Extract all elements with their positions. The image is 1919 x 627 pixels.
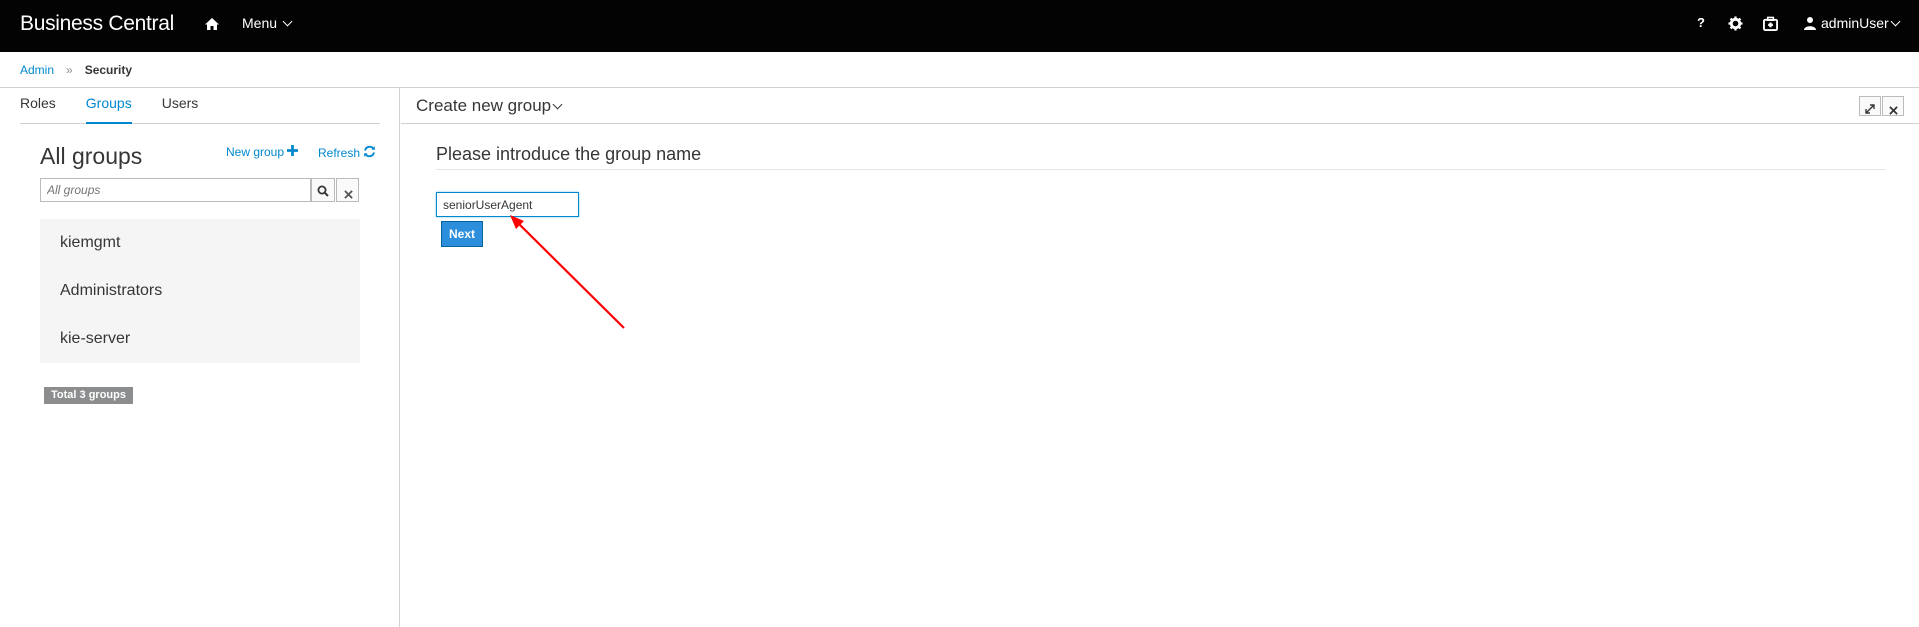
briefcase-icon[interactable] [1763, 16, 1778, 31]
maximize-button[interactable] [1859, 96, 1881, 116]
refresh-button[interactable]: Refresh [318, 145, 376, 161]
list-item[interactable]: kie-server [40, 315, 360, 363]
chevron-down-icon [1890, 16, 1901, 26]
user-name: adminUser [1821, 15, 1889, 31]
refresh-label: Refresh [318, 146, 361, 160]
group-list: kiemgmt Administrators kie-server [40, 219, 360, 363]
clear-search-button[interactable] [336, 178, 359, 202]
new-group-label: New group [226, 145, 285, 159]
new-group-button[interactable]: New group [226, 145, 299, 159]
user-icon [1803, 16, 1817, 30]
tab-roles[interactable]: Roles [20, 88, 56, 124]
menu-label: Menu [242, 15, 278, 31]
close-icon [1889, 102, 1898, 120]
tab-users[interactable]: Users [162, 88, 199, 124]
search-button[interactable] [311, 178, 335, 202]
total-groups-badge: Total 3 groups [44, 387, 133, 404]
home-icon[interactable] [203, 15, 221, 33]
settings-icon[interactable] [1728, 16, 1743, 31]
close-icon [344, 186, 353, 204]
refresh-icon [363, 145, 376, 161]
chevron-down-icon [552, 99, 563, 109]
menu-dropdown[interactable]: Menu [242, 15, 293, 31]
divider [436, 169, 1886, 170]
breadcrumb-separator: » [66, 62, 73, 77]
search-icon [317, 184, 329, 202]
user-menu[interactable]: adminUser [1803, 15, 1901, 31]
breadcrumb-admin[interactable]: Admin [20, 63, 54, 77]
tab-groups[interactable]: Groups [85, 88, 132, 124]
list-item[interactable]: kiemgmt [40, 219, 360, 267]
search-groups-input[interactable] [40, 178, 311, 202]
close-panel-button[interactable] [1882, 96, 1904, 116]
annotation-arrow [510, 215, 625, 329]
panel-title-dropdown[interactable]: Create new group [416, 96, 563, 116]
form-title: Please introduce the group name [436, 144, 702, 164]
help-button[interactable]: ? [1697, 15, 1705, 30]
expand-icon [1865, 101, 1875, 119]
create-group-panel: Create new group Please introduce the gr… [401, 88, 1919, 627]
breadcrumb: Admin » Security [0, 52, 1919, 88]
panel-title: Create new group [416, 96, 552, 115]
panel-header: Create new group [401, 88, 1919, 124]
chevron-down-icon [282, 16, 293, 26]
groups-panel: Roles Groups Users All groups New group … [0, 88, 400, 627]
all-groups-title: All groups [40, 143, 143, 169]
security-tabs: Roles Groups Users [20, 88, 380, 124]
breadcrumb-security: Security [84, 62, 133, 77]
top-navbar: Business Central Menu ? adminUser [0, 0, 1919, 52]
next-button[interactable]: Next [441, 221, 483, 247]
plus-icon [287, 145, 299, 159]
brand-title[interactable]: Business Central [20, 12, 174, 36]
list-item[interactable]: Administrators [40, 267, 360, 315]
